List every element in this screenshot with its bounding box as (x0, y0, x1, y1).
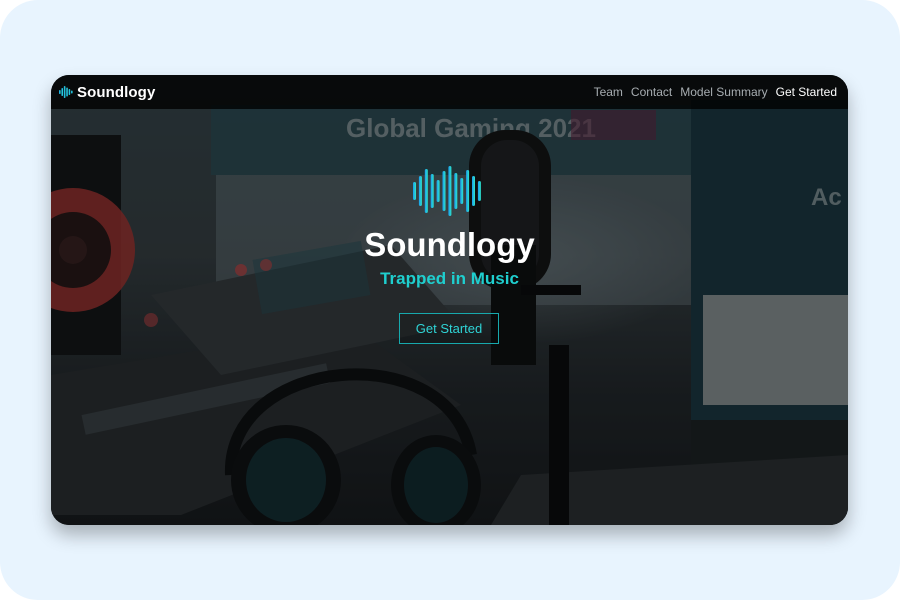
sound-wave-bar (460, 178, 464, 204)
hero-title: Soundlogy (364, 226, 535, 263)
sound-wave-bar (442, 171, 446, 211)
get-started-button[interactable]: Get Started (399, 313, 499, 344)
nav-link-model-summary[interactable]: Model Summary (680, 85, 767, 99)
sound-wave-bar (424, 169, 428, 213)
sound-wave-bar (472, 176, 475, 206)
brand-name: Soundlogy (77, 83, 156, 101)
sound-wave-bar (466, 170, 470, 212)
nav-link-team[interactable]: Team (594, 85, 623, 99)
sound-wave-bar (413, 182, 416, 200)
top-navbar: Soundlogy Team Contact Model Summary Get… (51, 75, 848, 109)
browser-window: Global Gaming 2021 Ac Soundlogy Team Con… (51, 75, 848, 525)
sound-wave-bar (448, 166, 452, 216)
sound-wave-icon (413, 166, 481, 216)
hero-tagline: Trapped in Music (380, 269, 519, 288)
nav-link-contact[interactable]: Contact (631, 85, 672, 99)
sound-wave-bar (430, 174, 434, 208)
sound-wave-bar (436, 180, 440, 202)
sound-wave-bar (477, 181, 481, 201)
sound-wave-icon (59, 86, 73, 98)
brand-logo-link[interactable]: Soundlogy (59, 75, 155, 109)
nav-links: Team Contact Model Summary Get Started (594, 75, 837, 109)
sound-wave-bar (454, 173, 458, 209)
nav-link-get-started[interactable]: Get Started (776, 85, 837, 99)
sound-wave-bar (418, 176, 422, 206)
hero-section: Soundlogy Trapped in Music Get Started (51, 75, 848, 525)
